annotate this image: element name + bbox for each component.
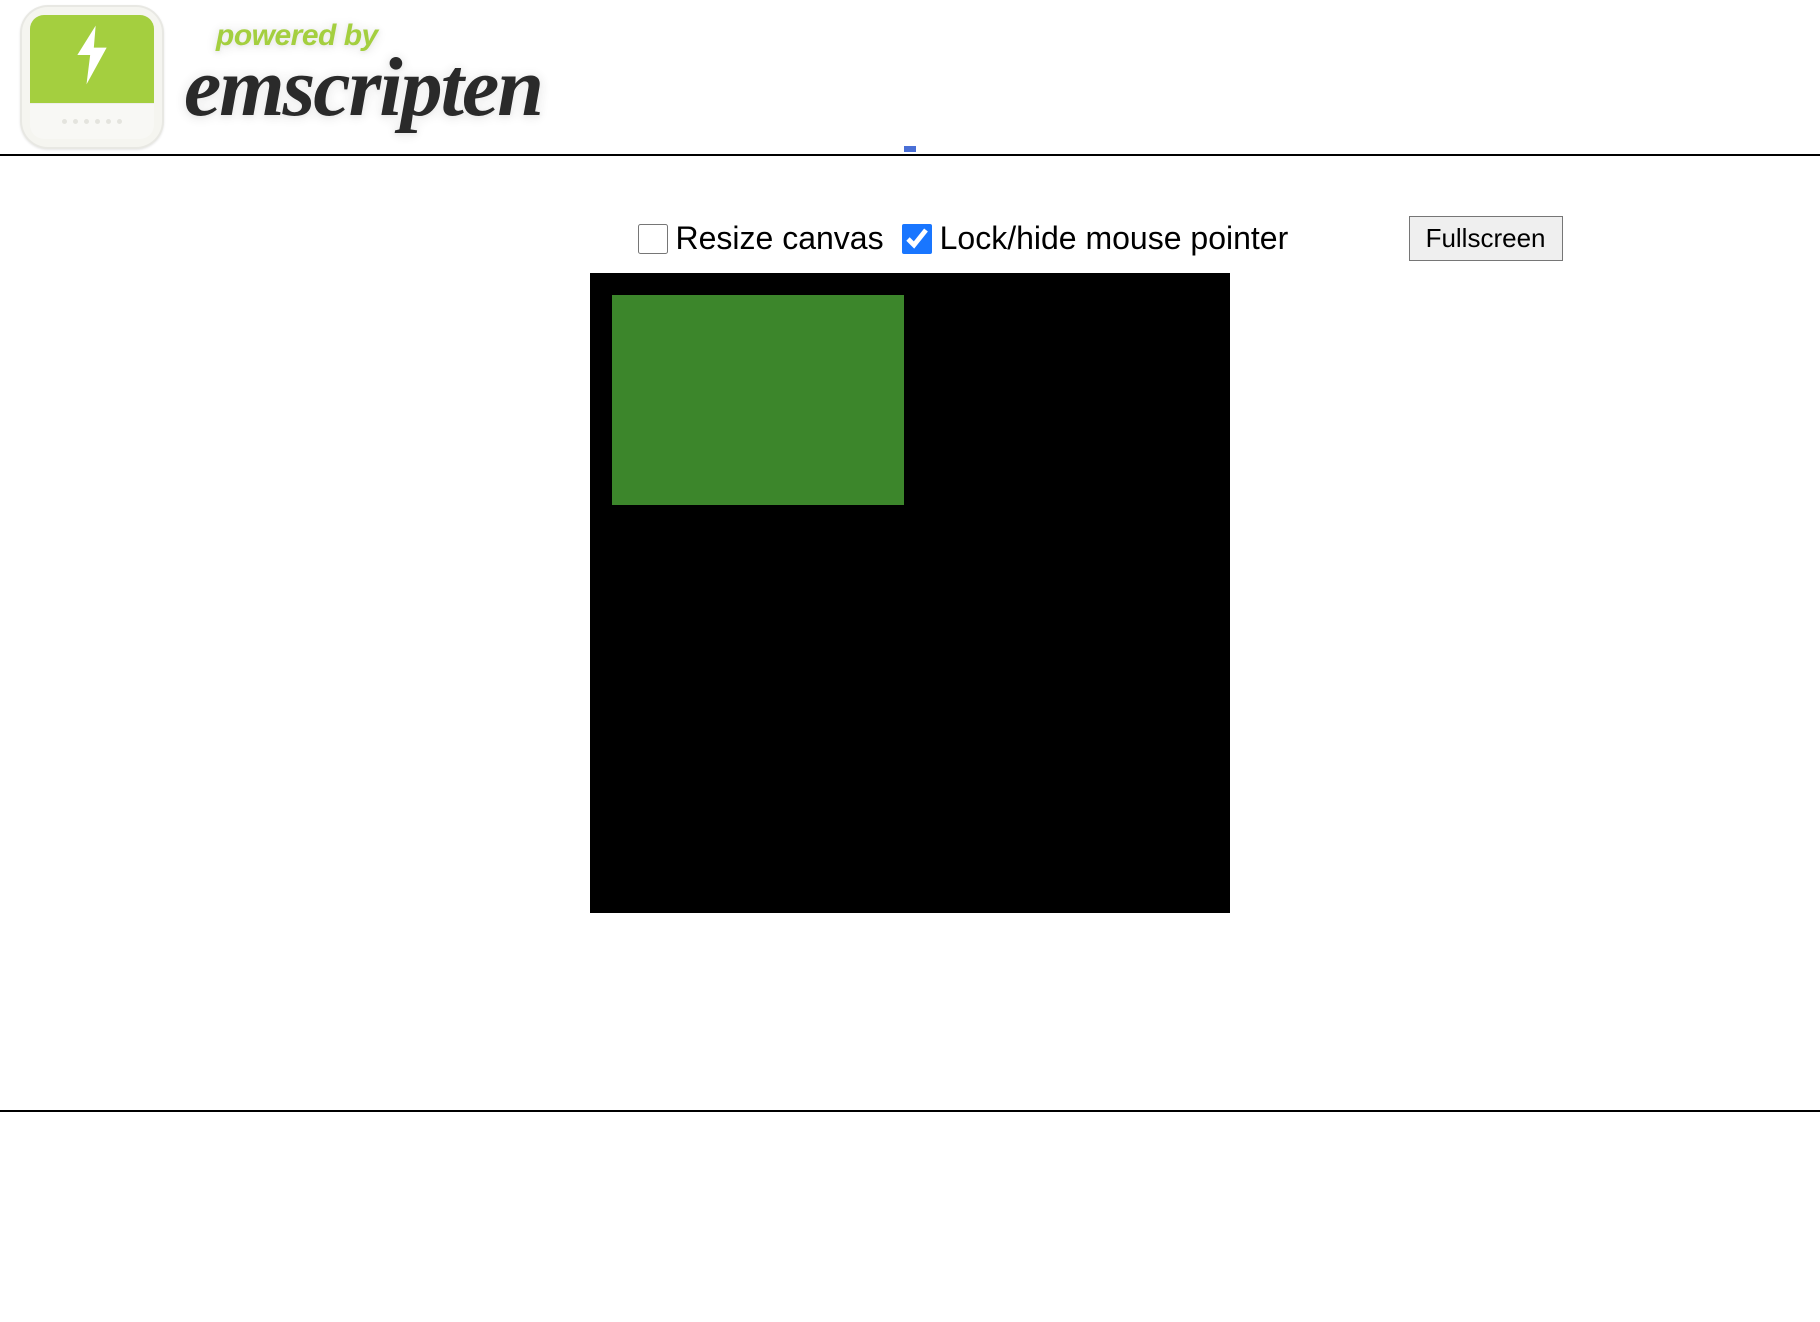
lock-pointer-label: Lock/hide mouse pointer xyxy=(940,220,1289,257)
bottom-separator xyxy=(0,1110,1820,1112)
brand-text: emscripten xyxy=(184,39,542,136)
resize-canvas-control[interactable]: Resize canvas xyxy=(638,220,884,257)
resize-canvas-label: Resize canvas xyxy=(676,220,884,257)
logo-top xyxy=(30,15,154,103)
content-area: Resize canvas Lock/hide mouse pointer Fu… xyxy=(0,156,1820,913)
controls-row: Resize canvas Lock/hide mouse pointer Fu… xyxy=(258,216,1563,261)
canvas[interactable] xyxy=(590,273,1230,913)
resize-canvas-checkbox[interactable] xyxy=(638,224,668,254)
lock-pointer-control[interactable]: Lock/hide mouse pointer xyxy=(902,220,1289,257)
wordmark: powered by emscripten xyxy=(184,19,542,136)
header: powered by emscripten xyxy=(0,0,1820,154)
bolt-icon xyxy=(70,25,114,94)
canvas-rectangle xyxy=(612,295,904,505)
lock-pointer-checkbox[interactable] xyxy=(902,224,932,254)
header-separator xyxy=(0,154,1820,156)
logo-bottom xyxy=(30,103,154,139)
emscripten-logo-icon xyxy=(20,5,164,149)
fullscreen-button[interactable]: Fullscreen xyxy=(1409,216,1563,261)
